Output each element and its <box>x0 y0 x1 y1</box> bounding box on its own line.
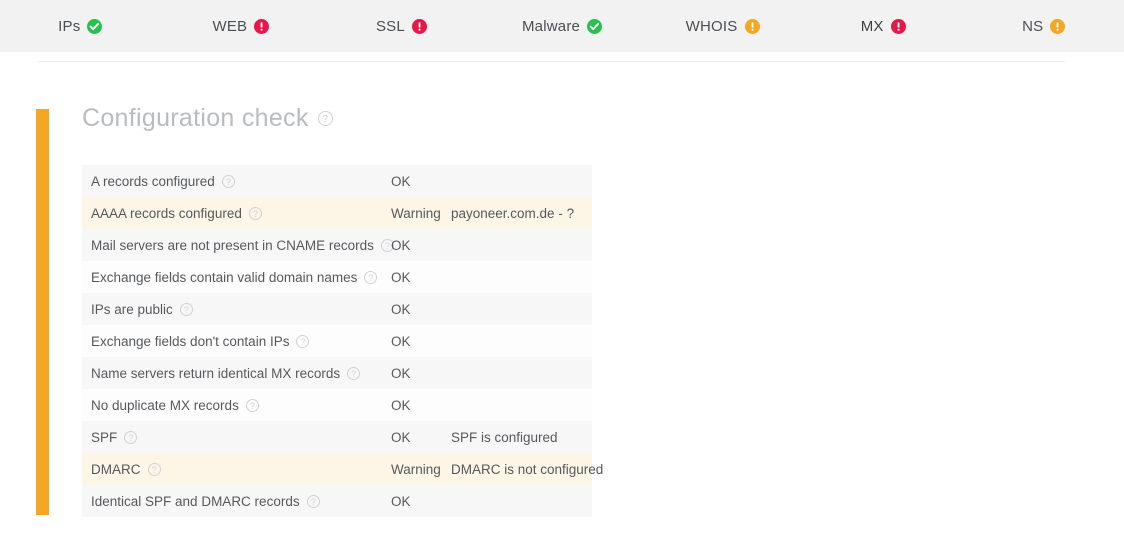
help-icon[interactable]: ? <box>364 270 378 284</box>
status-badge: OK <box>391 365 411 381</box>
warning-circle-icon <box>744 18 760 34</box>
tab-label: IPs <box>58 17 81 35</box>
check-name-cell: Name servers return identical MX records… <box>91 366 391 381</box>
check-name-cell: A records configured? <box>91 174 391 189</box>
table-row: DMARC? Warning DMARC is not configured <box>82 453 603 485</box>
check-name-cell: DMARC? <box>91 462 391 477</box>
check-name-label: Exchange fields don't contain IPs <box>91 333 290 349</box>
help-icon[interactable]: ? <box>306 494 320 508</box>
tab-ssl[interactable]: SSL <box>321 0 482 52</box>
table-row: Name servers return identical MX records… <box>82 357 592 389</box>
tab-ns[interactable]: NS <box>963 0 1124 52</box>
tab-malware[interactable]: Malware <box>482 0 643 52</box>
page-title: Configuration check <box>82 104 309 132</box>
table-row: Identical SPF and DMARC records? OK <box>82 485 592 517</box>
tab-mx[interactable]: MX <box>803 0 964 63</box>
status-badge: OK <box>391 397 411 413</box>
table-row: AAAA records configured? Warning payoneer.… <box>82 197 592 229</box>
check-name-cell: Exchange fields don't contain IPs? <box>91 334 391 349</box>
tab-label: NS <box>1022 17 1044 35</box>
tab-list: IPs WEB SSL Malware WHOIS MX NS <box>0 0 1124 63</box>
status-badge: OK <box>391 493 411 509</box>
help-icon[interactable]: ? <box>248 206 262 220</box>
check-name-cell: Exchange fields contain valid domain nam… <box>91 270 391 285</box>
help-icon[interactable]: ? <box>179 302 193 316</box>
table-row: A records configured? OK <box>82 165 592 197</box>
status-detail: DMARC is not configured <box>451 461 604 477</box>
help-icon[interactable]: ? <box>245 398 259 412</box>
check-name-cell: No duplicate MX records? <box>91 398 391 413</box>
table-row: Exchange fields contain valid domain nam… <box>82 261 592 293</box>
configuration-check-table: A records configured? OK AAAA records conf… <box>82 165 603 517</box>
table-row: IPs are public? OK <box>82 293 592 325</box>
status-badge: OK <box>391 269 411 285</box>
check-name-label: IPs are public <box>91 301 173 317</box>
status-tab-bar: IPs WEB SSL Malware WHOIS MX NS <box>0 0 1124 63</box>
help-icon[interactable]: ? <box>221 174 235 188</box>
check-name-label: DMARC <box>91 461 141 477</box>
table-row: No duplicate MX records? OK <box>82 389 592 421</box>
check-name-cell: AAAA records configured? <box>91 206 391 221</box>
status-badge: OK <box>391 429 411 445</box>
table-row: Mail servers are not present in CNAME re… <box>82 229 592 261</box>
check-circle-icon <box>587 18 603 34</box>
tab-label: SSL <box>375 17 405 35</box>
check-name-cell: Mail servers are not present in CNAME re… <box>91 237 394 253</box>
tab-label: WHOIS <box>685 17 738 35</box>
check-name-label: Exchange fields contain valid domain nam… <box>91 269 358 285</box>
check-name-label: Mail servers are not present in CNAME re… <box>91 237 374 253</box>
status-badge: Warning <box>391 461 441 477</box>
help-icon[interactable]: ? <box>147 462 161 476</box>
check-name-label: No duplicate MX records <box>91 397 239 413</box>
warning-circle-icon <box>1050 18 1066 34</box>
configuration-check-panel: Configuration check ? A records configur… <box>0 62 1124 550</box>
tab-web[interactable]: WEB <box>161 0 322 52</box>
tab-label: Malware <box>521 17 581 35</box>
error-circle-icon <box>254 18 270 34</box>
status-badge: OK <box>391 173 411 189</box>
tab-ips[interactable]: IPs <box>0 0 161 52</box>
check-name-cell: SPF? <box>91 430 391 445</box>
check-name-label: SPF <box>91 429 118 445</box>
check-name-label: A records configured <box>91 173 215 189</box>
panel-header: Configuration check ? <box>82 104 333 133</box>
error-circle-icon <box>411 18 427 34</box>
help-icon[interactable]: ? <box>347 366 361 380</box>
status-detail: payoneer.com.de - ? <box>451 205 575 221</box>
help-icon[interactable]: ? <box>124 430 138 444</box>
status-badge: OK <box>391 237 411 253</box>
error-circle-icon <box>890 18 906 34</box>
help-icon[interactable]: ? <box>296 334 310 348</box>
status-detail: SPF is configured <box>451 429 558 445</box>
table-row: Exchange fields don't contain IPs? OK <box>82 325 592 357</box>
check-name-label: Name servers return identical MX records <box>91 365 341 381</box>
check-name-label: Identical SPF and DMARC records <box>91 493 300 509</box>
status-badge: OK <box>391 301 411 317</box>
check-name-cell: Identical SPF and DMARC records? <box>91 494 391 509</box>
tab-label: MX <box>860 17 884 35</box>
help-icon[interactable]: ? <box>317 111 333 126</box>
check-name-label: AAAA records configured <box>91 205 242 221</box>
status-badge: OK <box>391 333 411 349</box>
tab-whois[interactable]: WHOIS <box>642 0 803 52</box>
check-circle-icon <box>87 18 103 34</box>
status-badge: Warning <box>391 205 441 221</box>
table-row: SPF? OK SPF is configured <box>82 421 592 453</box>
check-name-cell: IPs are public? <box>91 302 391 317</box>
tab-label: WEB <box>212 17 248 35</box>
panel-accent-bar <box>36 109 49 515</box>
